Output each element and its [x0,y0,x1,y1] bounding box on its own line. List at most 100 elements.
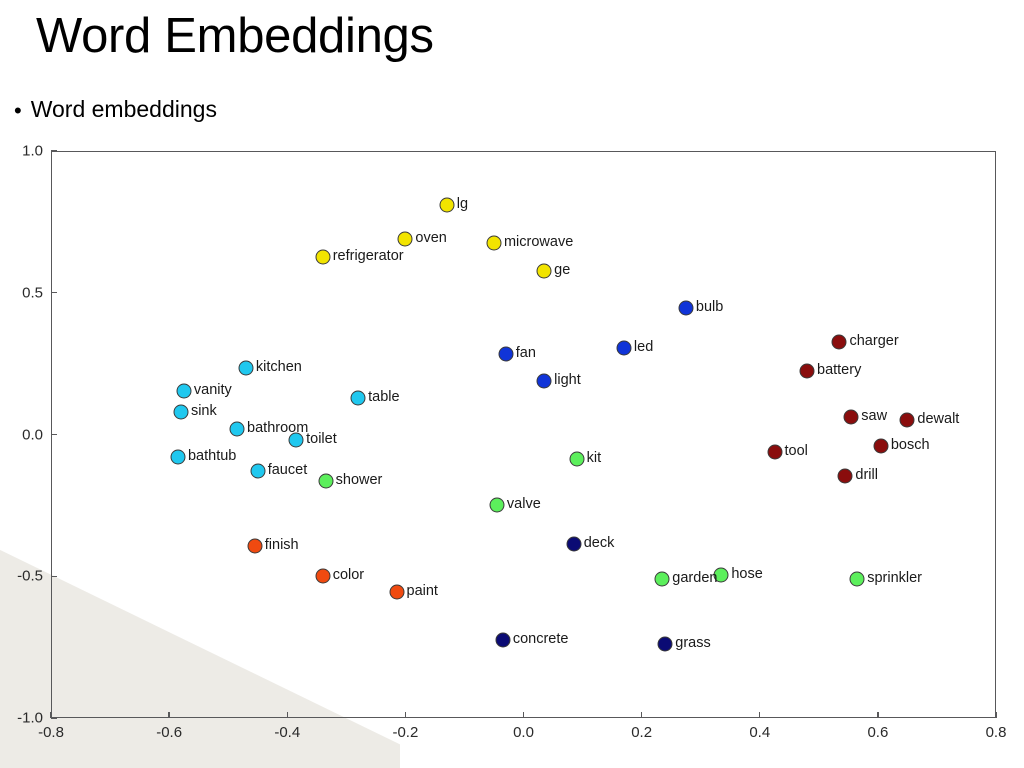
scatter-point-label: charger [849,333,899,350]
x-axis-tick-mark [759,712,761,718]
x-axis-tick-label: -0.6 [156,724,183,741]
y-axis-tick-mark [51,292,57,294]
scatter-point[interactable] [657,636,673,652]
x-axis-tick-label: -0.2 [392,724,419,741]
scatter-point[interactable] [616,340,632,356]
scatter-point[interactable] [318,473,334,489]
slide-canvas: Word Embeddings • Word embeddings 1.0 0.5… [0,0,1024,768]
scatter-point[interactable] [170,449,186,465]
scatter-point[interactable] [350,390,366,406]
scatter-point[interactable] [569,451,585,467]
scatter-point-label: deck [583,534,615,551]
x-axis-tick-mark [50,712,52,718]
scatter-point-label: bathtub [187,447,237,464]
scatter-point[interactable] [837,468,853,484]
scatter-point-label: dewalt [917,411,960,428]
bullet-point-icon: • [14,98,22,123]
scatter-point[interactable] [389,584,405,600]
page-title: Word Embeddings [36,9,434,63]
scatter-point-label: fan [515,344,536,361]
scatter-point[interactable] [899,412,915,428]
y-axis-tick-label: 1.0 [22,142,43,160]
scatter-point[interactable] [439,197,455,213]
scatter-point[interactable] [238,360,254,376]
x-axis-tick-mark [404,712,407,718]
scatter-point-label: faucet [267,462,308,479]
y-axis-tick-label: 0.0 [22,426,43,443]
scatter-point[interactable] [767,444,783,459]
scatter-point[interactable] [229,421,245,437]
scatter-point-label: microwave [503,233,574,250]
scatter-point[interactable] [247,538,263,554]
scatter-point[interactable] [489,497,505,513]
scatter-point[interactable] [486,235,502,251]
scatter-point-label: sprinkler [867,569,922,586]
scatter-point-label: grass [675,635,711,652]
x-axis-tick-label: 0.4 [749,724,771,741]
scatter-point-label: table [368,388,400,405]
scatter-point-label: lg [456,195,469,212]
x-axis-tick-mark [995,712,997,718]
x-axis-tick-label: 0.6 [867,724,889,741]
scatter-point-label: tool [784,442,808,459]
scatter-point-label: ge [554,262,571,279]
x-axis-tick-label: -0.4 [274,724,301,741]
scatter-point-label: bosch [890,436,930,453]
y-axis-tick-mark [51,717,57,719]
y-axis-tick-mark [51,433,57,436]
scatter-point[interactable] [873,438,889,454]
scatter-point-label: valve [506,496,541,513]
scatter-point[interactable] [843,409,859,425]
scatter-point-label: saw [861,408,888,425]
scatter-point[interactable] [849,571,865,587]
scatter-point[interactable] [498,346,514,362]
y-axis-tick-label: -1.0 [17,709,43,727]
scatter-point-label: finish [264,537,299,554]
scatter-point-label: hose [731,565,763,582]
scatter-point-label: bathroom [247,419,309,436]
x-axis-tick-mark [522,712,525,718]
scatter-point[interactable] [176,383,192,399]
x-axis-tick-label: 0.2 [631,724,653,741]
scatter-point[interactable] [831,334,847,350]
x-axis-tick-label: 0.8 [985,724,1007,741]
scatter-point-label: toilet [306,430,337,447]
scatter-point[interactable] [495,632,511,648]
y-axis-tick-label: 0.5 [22,284,43,302]
y-axis-tick-mark [51,150,57,152]
x-axis-tick-mark [640,712,643,718]
scatter-point[interactable] [315,249,331,265]
scatter-point[interactable] [250,463,266,479]
scatter-point[interactable] [799,363,815,379]
scatter-point-label: refrigerator [332,248,404,265]
bullet-item-label: Word embeddings [30,96,217,122]
bullet-list-item: • Word embeddings [14,96,217,123]
scatter-point-label: color [332,567,365,583]
scatter-point[interactable] [315,568,331,584]
scatter-point-label: paint [406,582,438,599]
scatter-point-label: light [554,371,581,388]
scatter-point-label: kitchen [255,358,302,375]
scatter-point[interactable] [654,571,670,587]
x-axis-tick-mark [877,712,879,718]
scatter-point-label: garden [672,569,718,586]
scatter-point[interactable] [678,300,694,316]
scatter-point-label: bulb [695,299,724,316]
y-axis-tick-label: -0.5 [17,567,43,585]
x-axis-tick-label: -0.8 [38,724,64,741]
scatter-point-label: kit [586,449,602,466]
scatter-point[interactable] [566,536,582,552]
scatter-point-label: battery [817,361,862,378]
scatter-point[interactable] [536,373,552,389]
scatter-point[interactable] [536,263,552,279]
x-axis-tick-label: 0.0 [513,724,534,741]
scatter-point-label: shower [335,472,383,489]
scatter-point-label: led [633,338,654,355]
scatter-point-label: oven [415,229,447,246]
scatter-point-label: vanity [193,381,232,398]
x-axis-tick-mark [286,712,288,718]
x-axis-tick-mark [168,712,170,718]
scatter-point[interactable] [173,404,189,420]
scatter-point[interactable] [397,231,413,247]
scatter-point-label: sink [190,402,217,419]
